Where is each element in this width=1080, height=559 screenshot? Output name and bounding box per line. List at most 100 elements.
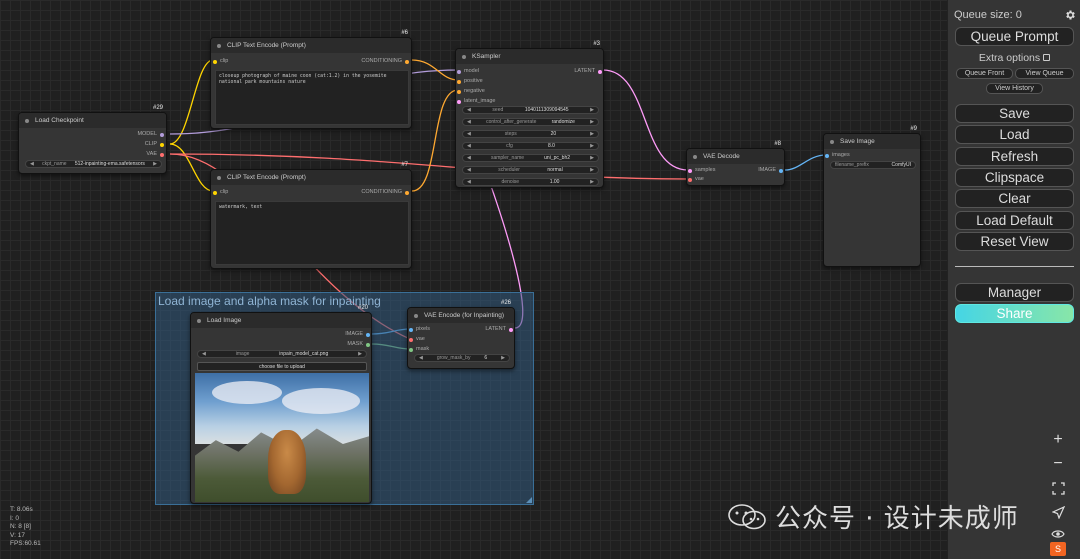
output-latent[interactable]: LATENT: [485, 326, 513, 333]
input-samples[interactable]: samples: [687, 167, 715, 174]
input-latent-image[interactable]: latent_image: [457, 98, 496, 105]
node-header[interactable]: Save Image: [824, 134, 920, 149]
left-arrow-icon[interactable]: ◀: [202, 351, 206, 357]
input-negative[interactable]: negative: [457, 88, 485, 95]
vae-decode-node[interactable]: #8 VAE Decode samples vae IMAGE: [686, 141, 785, 186]
reset-view-button[interactable]: Reset View: [955, 232, 1074, 251]
right-arrow-icon[interactable]: ▶: [590, 143, 594, 149]
output-conditioning[interactable]: CONDITIONING: [361, 189, 409, 196]
left-arrow-icon[interactable]: ◀: [30, 161, 34, 167]
denoise-widget[interactable]: ◀ denoise 1.00 ▶: [462, 178, 599, 186]
left-arrow-icon[interactable]: ◀: [467, 143, 471, 149]
node-header[interactable]: VAE Decode: [687, 149, 784, 164]
prompt-textarea[interactable]: watermark, text: [215, 201, 409, 265]
refresh-button[interactable]: Refresh: [955, 147, 1074, 166]
left-arrow-icon[interactable]: ◀: [419, 355, 423, 361]
node-header[interactable]: Load Checkpoint: [19, 113, 166, 128]
right-arrow-icon[interactable]: ▶: [358, 351, 362, 357]
left-arrow-icon[interactable]: ◀: [467, 167, 471, 173]
load-button[interactable]: Load: [955, 125, 1074, 144]
left-arrow-icon[interactable]: ◀: [467, 131, 471, 137]
output-conditioning[interactable]: CONDITIONING: [361, 58, 409, 65]
left-arrow-icon[interactable]: ◀: [467, 155, 471, 161]
left-arrow-icon[interactable]: ◀: [467, 179, 471, 185]
output-image[interactable]: IMAGE: [345, 331, 370, 338]
collapse-dot-icon[interactable]: [25, 118, 29, 123]
input-clip[interactable]: clip: [212, 58, 228, 65]
input-vae[interactable]: vae: [688, 176, 704, 183]
node-header[interactable]: VAE Encode (for Inpainting): [408, 308, 514, 323]
ckpt-name-widget[interactable]: ◀ ckpt_name 512-inpainting-ema.safetenso…: [25, 160, 162, 168]
steps-widget[interactable]: ◀ steps 20 ▶: [462, 130, 599, 138]
collapse-dot-icon[interactable]: [414, 313, 418, 318]
filename-prefix-widget[interactable]: filename_prefix ComfyUI: [830, 161, 916, 169]
sampler-name-widget[interactable]: ◀ sampler_name uni_pc_bh2 ▶: [462, 154, 599, 162]
minus-icon[interactable]: −: [1046, 452, 1070, 476]
extra-options-checkbox[interactable]: [1043, 54, 1051, 61]
seed-widget[interactable]: ◀ seed 1040111309094545 ▶: [462, 106, 599, 114]
queue-prompt-button[interactable]: Queue Prompt: [955, 27, 1074, 46]
load-image-node[interactable]: #20 Load Image IMAGE MASK ◀ image inpain…: [190, 305, 372, 504]
extra-options-row[interactable]: Extra options: [948, 52, 1080, 64]
right-arrow-icon[interactable]: ▶: [501, 355, 505, 361]
left-arrow-icon[interactable]: ◀: [467, 119, 471, 125]
right-arrow-icon[interactable]: ▶: [590, 119, 594, 125]
right-arrow-icon[interactable]: ▶: [590, 179, 594, 185]
cfg-widget[interactable]: ◀ cfg 8.0 ▶: [462, 142, 599, 150]
right-arrow-icon[interactable]: ▶: [153, 161, 157, 167]
input-mask[interactable]: mask: [408, 346, 429, 353]
clip-text-encode-positive-node[interactable]: #6 CLIP Text Encode (Prompt) clip CONDIT…: [210, 30, 412, 129]
input-pixels[interactable]: pixels: [408, 326, 430, 333]
input-clip[interactable]: clip: [212, 189, 228, 196]
eye-icon[interactable]: [1046, 525, 1070, 543]
clip-text-encode-negative-node[interactable]: #7 CLIP Text Encode (Prompt) clip CONDIT…: [210, 162, 412, 269]
output-model[interactable]: MODEL: [137, 131, 164, 138]
clear-button[interactable]: Clear: [955, 189, 1074, 208]
save-button[interactable]: Save: [955, 104, 1074, 123]
output-image[interactable]: IMAGE: [758, 167, 783, 174]
group-resize-handle[interactable]: [526, 497, 532, 503]
vae-encode-inpaint-node[interactable]: #26 VAE Encode (for Inpainting) pixels v…: [407, 300, 515, 369]
output-latent[interactable]: LATENT: [574, 68, 602, 75]
scheduler-widget[interactable]: ◀ scheduler normal ▶: [462, 166, 599, 174]
image-select-widget[interactable]: ◀ image inpain_model_cat.png ▶: [197, 350, 367, 358]
node-header[interactable]: CLIP Text Encode (Prompt): [211, 170, 411, 185]
share-button[interactable]: Share: [955, 304, 1074, 323]
node-header[interactable]: CLIP Text Encode (Prompt): [211, 38, 411, 53]
input-model[interactable]: model: [457, 68, 479, 75]
collapse-dot-icon[interactable]: [693, 154, 697, 159]
output-mask[interactable]: MASK: [347, 341, 370, 348]
right-arrow-icon[interactable]: ▶: [590, 107, 594, 113]
clipspace-button[interactable]: Clipspace: [955, 168, 1074, 187]
load-default-button[interactable]: Load Default: [955, 211, 1074, 230]
choose-file-button[interactable]: choose file to upload: [197, 362, 367, 371]
right-arrow-icon[interactable]: ▶: [590, 131, 594, 137]
right-arrow-icon[interactable]: ▶: [590, 155, 594, 161]
left-arrow-icon[interactable]: ◀: [467, 107, 471, 113]
collapse-dot-icon[interactable]: [462, 54, 466, 59]
grow-mask-by-widget[interactable]: ◀ grow_mask_by 6 ▶: [414, 354, 510, 362]
arrow-icon[interactable]: [1046, 500, 1070, 524]
node-header[interactable]: KSampler: [456, 49, 603, 64]
control-after-generate-widget[interactable]: ◀ control_after_generate randomize ▶: [462, 118, 599, 126]
input-vae[interactable]: vae: [409, 336, 425, 343]
save-image-node[interactable]: #9 Save Image images filename_prefix Com…: [823, 126, 921, 267]
view-queue-button[interactable]: View Queue: [1015, 68, 1074, 79]
load-checkpoint-node[interactable]: #29 Load Checkpoint MODEL CLIP VAE ◀ ckp…: [18, 105, 167, 174]
gear-icon[interactable]: [1064, 9, 1076, 21]
collapse-dot-icon[interactable]: [830, 139, 834, 144]
collapse-dot-icon[interactable]: [217, 175, 221, 180]
output-clip[interactable]: CLIP: [145, 141, 165, 148]
ksampler-node[interactable]: #3 KSampler model positive negative late…: [455, 41, 604, 188]
input-images[interactable]: images: [825, 152, 850, 159]
collapse-dot-icon[interactable]: [217, 43, 221, 48]
prompt-textarea[interactable]: closeup photograph of maine coon (cat:1.…: [215, 70, 409, 125]
node-header[interactable]: Load Image: [191, 313, 371, 328]
queue-front-button[interactable]: Queue Front: [956, 68, 1013, 79]
fit-view-icon[interactable]: [1046, 476, 1070, 500]
manager-button[interactable]: Manager: [955, 283, 1074, 302]
output-vae[interactable]: VAE: [146, 151, 164, 158]
view-history-button[interactable]: View History: [986, 83, 1043, 94]
right-arrow-icon[interactable]: ▶: [590, 167, 594, 173]
collapse-dot-icon[interactable]: [197, 318, 201, 323]
